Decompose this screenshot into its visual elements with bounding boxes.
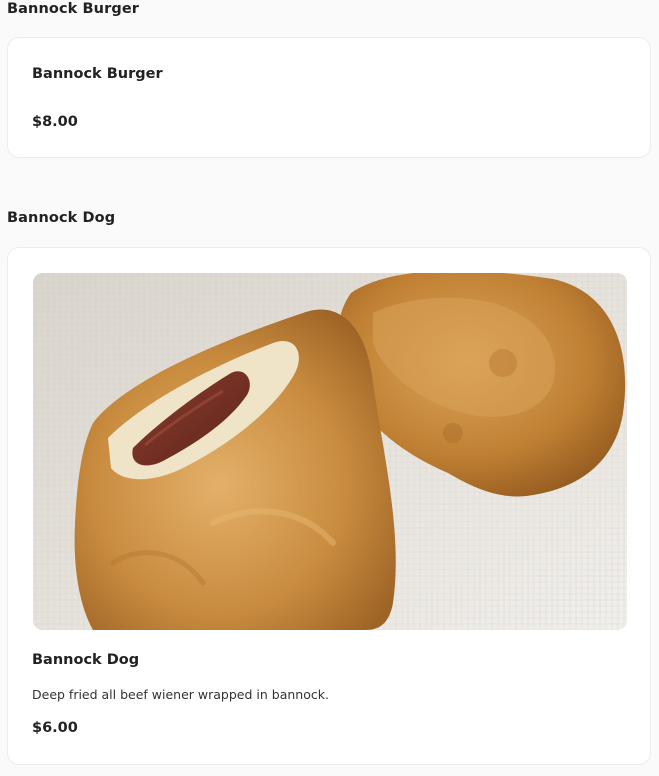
menu-item-card-bannock-dog[interactable]: Bannock Dog Deep fried all beef wiener w…	[7, 247, 651, 765]
menu-item-card-bannock-burger[interactable]: Bannock Burger $8.00	[7, 37, 651, 158]
food-photo	[33, 273, 627, 630]
section-title-bannock-burger: Bannock Burger	[7, 1, 140, 17]
item-name: Bannock Burger	[32, 66, 163, 82]
item-price: $6.00	[32, 720, 78, 736]
item-description: Deep fried all beef wiener wrapped in ba…	[32, 687, 329, 702]
section-title-bannock-dog: Bannock Dog	[7, 210, 116, 226]
item-name: Bannock Dog	[32, 652, 140, 668]
item-price: $8.00	[32, 114, 78, 130]
